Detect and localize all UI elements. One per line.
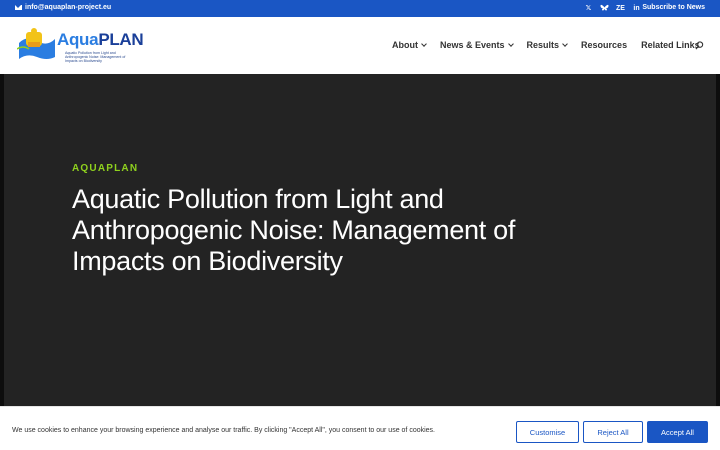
logo-name-plan: PLAN [98,30,144,49]
nav-label: Related Links [641,40,700,50]
x-icon[interactable]: 𝕏 [584,3,593,13]
main-nav: About News & Events Results Resources Re… [392,40,714,50]
nav-item-related-links[interactable]: Related Links [641,40,700,50]
nav-label: Resources [581,40,628,50]
nav-label: News & Events [440,40,505,50]
nav-item-news-events[interactable]: News & Events [440,40,514,50]
customise-button[interactable]: Customise [516,421,579,443]
site-logo[interactable]: AquaPLAN Aquatic Pollution from Light an… [17,27,144,65]
chevron-down-icon [421,41,427,47]
mail-icon [15,5,22,10]
subscribe-link[interactable]: Subscribe to News [642,4,705,11]
hero-eyebrow: AQUAPLAN [72,163,139,174]
logo-name: AquaPLAN [57,30,144,50]
nav-label: About [392,40,418,50]
nav-item-results[interactable]: Results [527,40,568,50]
bluesky-icon[interactable] [600,3,609,13]
accept-all-button[interactable]: Accept All [647,421,708,443]
search-icon[interactable] [695,41,704,50]
nav-item-about[interactable]: About [392,40,427,50]
hero-edge-right [716,74,720,450]
chevron-down-icon [562,41,568,47]
zenodo-icon[interactable]: ZE [616,3,625,13]
reject-all-button[interactable]: Reject All [583,421,643,443]
nav-label: Results [526,40,560,50]
logo-name-aqua: Aqua [57,30,99,49]
cookie-banner: We use cookies to enhance your browsing … [0,406,720,450]
nav-item-resources[interactable]: Resources [581,40,627,50]
hero-headline: Aquatic Pollution from Light and Anthrop… [72,184,516,276]
chevron-down-icon [507,41,514,47]
social-links: 𝕏 ZE in [584,3,641,13]
cookie-message: We use cookies to enhance your browsing … [12,427,435,434]
top-bar: info@aquaplan-project.eu 𝕏 ZE in Subscri… [0,0,720,17]
linkedin-icon[interactable]: in [632,3,641,13]
site-header: AquaPLAN Aquatic Pollution from Light an… [0,17,720,74]
logo-mark-icon [17,28,55,59]
email-link[interactable]: info@aquaplan-project.eu [15,4,111,11]
logo-tagline: Aquatic Pollution from Light and Anthrop… [65,51,126,63]
email-text: info@aquaplan-project.eu [25,4,112,11]
